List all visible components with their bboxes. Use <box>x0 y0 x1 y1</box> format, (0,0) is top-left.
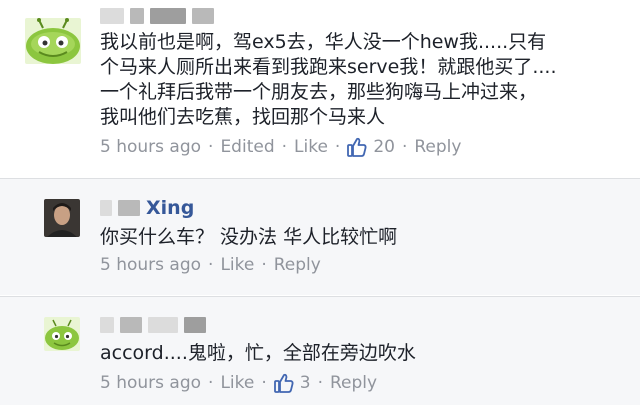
author-name[interactable] <box>100 4 220 28</box>
comment-1: 我以前也是啊，驾ex5去，华人没一个hew我.....只有 个马来人厕所出来看到… <box>0 0 640 177</box>
reply-button[interactable]: Reply <box>274 255 321 275</box>
like-button[interactable]: Like <box>294 137 328 157</box>
separator-dot: · <box>261 255 267 275</box>
avatar[interactable] <box>25 18 81 64</box>
redacted-name-block <box>184 317 206 333</box>
redacted-name-block <box>118 200 140 216</box>
separator-dot: · <box>317 373 323 393</box>
author-name[interactable] <box>100 313 212 337</box>
separator-dot: · <box>334 137 341 157</box>
timestamp[interactable]: 5 hours ago <box>100 255 201 275</box>
comment-line: 我叫他们去吃蕉，找回那个马来人 <box>100 106 386 128</box>
comment-line: accord....鬼啦，忙，全部在旁边吹水 <box>100 342 416 364</box>
separator-dot: · <box>208 373 214 393</box>
reply-button[interactable]: Reply <box>414 137 461 157</box>
author-name-text[interactable]: Xing <box>146 197 194 219</box>
reply-button[interactable]: Reply <box>330 373 377 393</box>
redacted-name-block <box>100 8 124 24</box>
avatar[interactable] <box>44 317 80 351</box>
redacted-name-block <box>100 317 114 333</box>
redacted-name-block <box>120 317 142 333</box>
redacted-name-block <box>130 8 144 24</box>
comment-line: 我以前也是啊，驾ex5去，华人没一个hew我.....只有 <box>100 31 547 53</box>
redacted-name-block <box>100 200 112 216</box>
author-name[interactable]: Xing <box>100 196 194 220</box>
thumbs-up-icon[interactable] <box>347 137 367 157</box>
comment-3: accord....鬼啦，忙，全部在旁边吹水 5 hours ago · Lik… <box>0 296 640 405</box>
like-count[interactable]: 20 <box>373 137 395 157</box>
like-button[interactable]: Like <box>220 373 254 393</box>
comment-line: 你买什么车？ 没办法 华人比较忙啊 <box>100 226 398 248</box>
comment-line: 一个礼拜后我带一个朋友去，那些狗嗨马上冲过来， <box>100 81 538 103</box>
separator-dot: · <box>261 373 267 393</box>
redacted-name-block <box>150 8 186 24</box>
separator-dot: · <box>208 137 214 157</box>
comment-meta: 5 hours ago · Like · Reply <box>100 255 321 275</box>
separator-dot: · <box>281 137 288 157</box>
separator-dot: · <box>401 137 408 157</box>
comment-body: 我以前也是啊，驾ex5去，华人没一个hew我.....只有 个马来人厕所出来看到… <box>100 30 557 130</box>
avatar[interactable] <box>44 199 80 237</box>
timestamp[interactable]: 5 hours ago <box>100 137 201 157</box>
comment-body: 你买什么车？ 没办法 华人比较忙啊 <box>100 225 397 250</box>
timestamp[interactable]: 5 hours ago <box>100 373 201 393</box>
edited-label[interactable]: Edited <box>220 137 274 157</box>
alien-avatar-icon <box>25 18 81 64</box>
separator-dot: · <box>208 255 214 275</box>
redacted-name-block <box>148 317 178 333</box>
comment-meta: 5 hours ago · Edited · Like · 20 · Reply <box>100 137 461 157</box>
redacted-name-block <box>192 8 214 24</box>
comment-2: Xing 你买什么车？ 没办法 华人比较忙啊 5 hours ago · Lik… <box>0 178 640 295</box>
user-photo-avatar-icon <box>44 199 80 237</box>
comment-body: accord....鬼啦，忙，全部在旁边吹水 <box>100 341 416 366</box>
thumbs-up-icon[interactable] <box>273 373 294 393</box>
comment-line: 个马来人厕所出来看到我跑来serve我！就跟他买了.... <box>100 56 557 78</box>
comment-meta: 5 hours ago · Like · 3 · Reply <box>100 373 377 393</box>
like-count[interactable]: 3 <box>300 373 311 393</box>
alien-avatar-icon <box>44 317 80 351</box>
like-button[interactable]: Like <box>220 255 254 275</box>
